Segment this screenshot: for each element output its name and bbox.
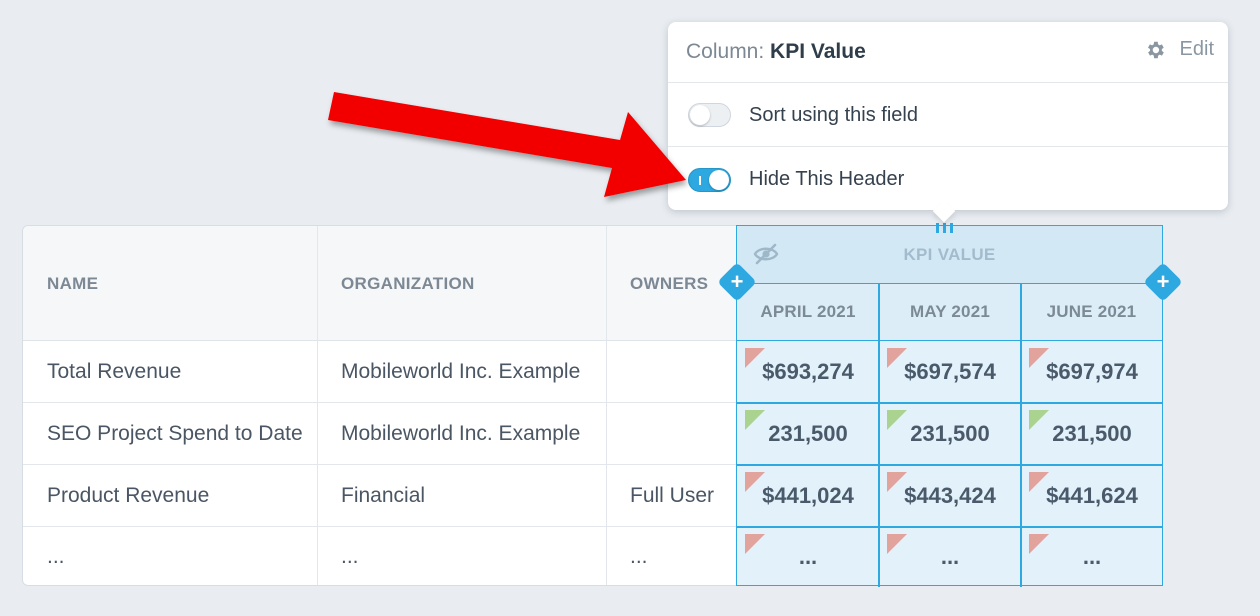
kpi-cell-value: 231,500 <box>1052 420 1132 446</box>
column-header-owners[interactable]: OWNERS <box>630 226 708 341</box>
kpi-subheader-june[interactable]: JUNE 2021 <box>1021 284 1162 341</box>
kpi-cell[interactable]: $443,424 <box>879 465 1021 526</box>
status-flag-red <box>887 534 907 554</box>
kpi-cell[interactable]: $697,574 <box>879 341 1021 402</box>
kpi-cell[interactable]: $697,974 <box>1021 341 1163 402</box>
column-header-name[interactable]: NAME <box>47 226 98 341</box>
status-flag-red <box>745 348 765 368</box>
kpi-cell[interactable]: $441,624 <box>1021 465 1163 526</box>
status-flag-green <box>1029 410 1049 430</box>
sort-option-label: Sort using this field <box>749 103 918 126</box>
kpi-cell[interactable]: ... <box>737 527 879 586</box>
edit-button[interactable]: Edit <box>1144 38 1214 61</box>
insert-column-left-button[interactable]: + <box>717 262 757 302</box>
kpi-header-label: KPI VALUE <box>903 244 996 264</box>
plus-icon: + <box>1156 269 1170 294</box>
kpi-cell-value: ... <box>940 543 960 569</box>
status-flag-red <box>1029 348 1049 368</box>
hide-header-option-label: Hide This Header <box>749 168 905 190</box>
cell-text: Financial <box>341 484 426 507</box>
plus-icon: + <box>730 269 744 294</box>
kpi-cell-value: $697,574 <box>904 358 996 384</box>
sort-option-row[interactable]: Sort using this field <box>668 84 1228 147</box>
hide-header-option-row[interactable]: Hide This Header <box>668 148 1228 211</box>
title-prefix: Column: <box>686 40 765 63</box>
kpi-cell[interactable]: $441,024 <box>737 465 879 526</box>
kpi-subheader-may[interactable]: MAY 2021 <box>879 284 1021 341</box>
column-divider <box>606 226 607 585</box>
kpi-cell-value: 231,500 <box>910 420 990 446</box>
cell-text: ... <box>47 545 65 568</box>
kpi-cell-value: ... <box>798 543 818 569</box>
kpi-cell[interactable]: 231,500 <box>1021 403 1163 464</box>
column-divider <box>317 226 318 585</box>
status-flag-red <box>745 534 765 554</box>
eye-off-icon[interactable] <box>753 242 779 266</box>
popover-header: Column: KPI Value Edit <box>668 22 1228 83</box>
status-flag-red <box>1029 534 1049 554</box>
kpi-cell[interactable]: $693,274 <box>737 341 879 402</box>
table-row-name[interactable]: Total Revenue <box>47 341 181 403</box>
insert-column-right-button[interactable]: + <box>1143 262 1183 302</box>
subheader-label: MAY 2021 <box>909 302 991 321</box>
cell-text: Full User <box>630 484 715 507</box>
kpi-cell-value: ... <box>1082 543 1102 569</box>
cell-text: Product Revenue <box>47 484 210 507</box>
cell-text: ... <box>630 545 648 568</box>
toggle-knob <box>709 169 729 190</box>
kpi-cell[interactable]: 231,500 <box>737 403 879 464</box>
edit-label: Edit <box>1179 38 1214 60</box>
status-flag-green <box>745 410 765 430</box>
kpi-cell-value: $443,424 <box>904 482 996 508</box>
kpi-cell-value: $441,024 <box>762 482 854 508</box>
table-row-name[interactable]: Product Revenue <box>47 465 209 527</box>
status-flag-red <box>1029 472 1049 492</box>
column-drag-handle-icon[interactable] <box>936 223 956 235</box>
kpi-cell[interactable]: ... <box>1021 527 1163 586</box>
status-flag-red <box>745 472 765 492</box>
table-row-organization[interactable]: Mobileworld Inc. Example <box>341 403 580 465</box>
cell-text: SEO Project Spend to Date <box>47 422 303 445</box>
cell-text: Total Revenue <box>47 360 182 383</box>
status-flag-red <box>887 472 907 492</box>
column-header-label: OWNERS <box>630 273 709 293</box>
table-row-owners[interactable]: ... <box>630 527 648 585</box>
table-row-name[interactable]: ... <box>47 527 65 585</box>
column-header-label: ORGANIZATION <box>341 273 475 293</box>
column-name: KPI Value <box>770 40 866 63</box>
kpi-cell[interactable]: 231,500 <box>879 403 1021 464</box>
status-flag-green <box>887 410 907 430</box>
table-row-name[interactable]: SEO Project Spend to Date <box>47 403 303 465</box>
table-row-organization[interactable]: Mobileworld Inc. Example <box>341 341 580 403</box>
kpi-cell-value: $693,274 <box>762 358 854 384</box>
subheader-label: APRIL 2021 <box>760 302 856 321</box>
status-flag-red <box>887 348 907 368</box>
kpi-subheader-april[interactable]: APRIL 2021 <box>737 284 879 341</box>
cell-text: Mobileworld Inc. Example <box>341 422 581 445</box>
kpi-cell-value: 231,500 <box>768 420 848 446</box>
kpi-cell-value: $441,624 <box>1046 482 1138 508</box>
table-row-owners[interactable]: Full User <box>630 465 714 527</box>
subheader-label: JUNE 2021 <box>1046 302 1137 321</box>
kpi-cell-value: $697,974 <box>1046 358 1138 384</box>
annotation-arrow-icon <box>328 92 686 197</box>
column-settings-popover: Column: KPI Value Edit Sort using this f… <box>668 22 1228 210</box>
gear-icon <box>1147 41 1164 58</box>
column-header-organization[interactable]: ORGANIZATION <box>341 226 475 341</box>
column-header-label: NAME <box>47 273 99 293</box>
cell-text: Mobileworld Inc. Example <box>341 360 581 383</box>
kpi-cell[interactable]: ... <box>879 527 1021 586</box>
popover-title: Column: KPI Value <box>686 40 866 64</box>
table-row-organization[interactable]: Financial <box>341 465 425 527</box>
cell-text: ... <box>341 545 359 568</box>
table-row-organization[interactable]: ... <box>341 527 359 585</box>
kpi-value-column[interactable]: KPI VALUE APRIL 2021 MAY 2021 JUNE 2021 … <box>736 225 1163 587</box>
